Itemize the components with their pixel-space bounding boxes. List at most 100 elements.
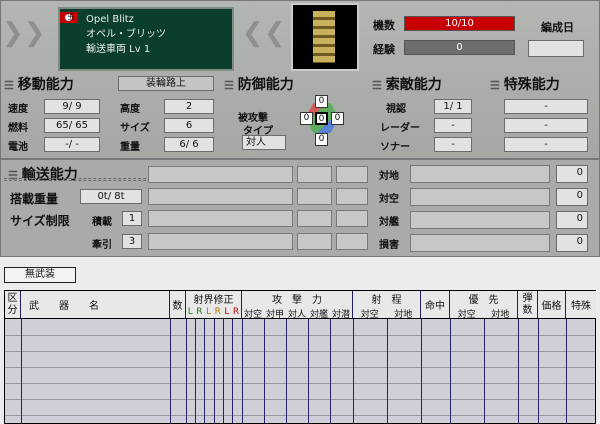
loaded-value: 1 — [122, 211, 142, 226]
exp-label: 経験 — [373, 43, 395, 56]
col-special: 特殊 — [566, 291, 596, 319]
armor-hex-diagram: 0 0 0 0 0 — [295, 95, 349, 147]
tab-unarmed[interactable]: 無武装 — [4, 267, 76, 283]
armor-right: 0 — [331, 112, 344, 125]
range-sub: 対空 対地 — [353, 307, 420, 319]
unit-name-panel: Opel Blitz オペル・ブリッツ 輸送車両 Lv 1 — [58, 7, 234, 71]
ship-label: 対艦 — [379, 217, 399, 228]
attack-sub-cell: 対空 — [243, 310, 262, 319]
formation-value — [528, 40, 584, 57]
unit-class: 輸送車両 Lv 1 — [86, 44, 151, 55]
range-mod-lr: L R L R L R — [186, 307, 241, 317]
ground-slot — [410, 165, 550, 183]
load-label: 搭載重量 — [10, 192, 59, 206]
target-type-value: 対人 — [242, 135, 286, 150]
battery-value: -/ - — [44, 137, 100, 152]
cargo-slot — [297, 233, 332, 250]
cargo-slot — [336, 188, 368, 205]
col-divider — [450, 319, 451, 423]
altitude-label: 高度 — [120, 104, 140, 115]
row-divider — [5, 383, 595, 384]
battery-label: 電池 — [8, 142, 28, 153]
wings-left-icon: ❯❯ — [2, 18, 46, 48]
row-divider — [5, 367, 595, 368]
col-divider — [242, 319, 243, 423]
priority-sub-cell: 対地 — [491, 310, 510, 319]
priority-sub-cell: 対空 — [457, 310, 476, 319]
col-divider — [21, 319, 22, 423]
cargo-slot — [336, 210, 368, 227]
armor-left: 0 — [300, 112, 313, 125]
radar-label: レーダー — [380, 123, 420, 134]
priority-label: 優 先 — [468, 295, 499, 306]
col-divider — [186, 319, 187, 423]
lr-cell: R — [196, 307, 203, 317]
swastika-icon: 卐 — [67, 13, 74, 21]
special-row: - — [504, 137, 588, 152]
fuel-label: 燃料 — [8, 123, 28, 134]
cargo-slot — [148, 166, 293, 183]
air-slot — [410, 188, 550, 206]
col-weapon: 武 器 名 — [21, 291, 170, 319]
col-divider — [387, 319, 388, 423]
attack-sub-cell: 対人 — [287, 310, 306, 319]
range-sub-cell: 対地 — [394, 310, 413, 319]
col-ammo: 弾数 — [518, 291, 538, 319]
weapon-table: 区分 武 器 名 数 射界修正 L R L R L R 攻 撃 力 対空 対甲 … — [4, 290, 596, 424]
armor-bottom: 0 — [315, 133, 328, 146]
attack-sub-cell: 対艦 — [309, 310, 328, 319]
col-divider — [421, 319, 422, 423]
ship-slot — [410, 211, 550, 229]
cargo-slot — [148, 233, 293, 250]
col-divider — [204, 319, 205, 423]
cargo-slot — [297, 166, 332, 183]
col-range-mod: 射界修正 L R L R L R — [186, 291, 242, 319]
unit-detail-window: ❯❯ ❯❯ Opel Blitz オペル・ブリッツ 輸送車両 Lv 1 卐 機数… — [0, 0, 600, 424]
speed-value: 9/ 9 — [44, 99, 100, 114]
search-header: 索敵能力 — [372, 74, 442, 94]
transport-header: 輸送能力 — [8, 164, 78, 184]
col-divider — [518, 319, 519, 423]
defense-header: 防御能力 — [224, 74, 294, 94]
weight-label: 重量 — [120, 142, 140, 153]
count-bar: 10/10 — [404, 16, 515, 31]
sonar-label: ソナー — [380, 142, 410, 153]
cargo-slot — [148, 210, 293, 227]
radar-value: - — [434, 118, 472, 133]
col-divider — [484, 319, 485, 423]
col-divider — [214, 319, 215, 423]
speed-label: 速度 — [8, 104, 28, 115]
col-divider — [308, 319, 309, 423]
col-price: 価格 — [538, 291, 566, 319]
lr-cell: R — [214, 307, 221, 317]
col-accuracy: 命中 — [421, 291, 450, 319]
range-label: 射 程 — [371, 295, 402, 306]
special-header: 特殊能力 — [490, 74, 560, 94]
exp-bar: 0 — [404, 40, 515, 55]
attack-sub: 対空 対甲 対人 対艦 対潜 — [242, 307, 352, 319]
col-kubun: 区分 — [5, 291, 21, 319]
move-mode-button[interactable]: 装輪路上 — [118, 76, 214, 91]
ground-value: 0 — [556, 165, 588, 183]
cargo-slot — [148, 188, 293, 205]
ship-value: 0 — [556, 211, 588, 229]
cargo-slot — [336, 233, 368, 250]
col-divider — [330, 319, 331, 423]
sight-label: 視認 — [386, 104, 406, 115]
size-limit-label: サイズ制限 — [10, 214, 70, 228]
col-divider — [170, 319, 171, 423]
col-priority: 優 先 対空 対地 — [450, 291, 518, 319]
armor-center: 0 — [315, 112, 328, 125]
sonar-value: - — [434, 137, 472, 152]
armor-top: 0 — [315, 95, 328, 108]
row-divider — [5, 415, 595, 416]
size-label: サイズ — [120, 123, 150, 134]
col-divider — [264, 319, 265, 423]
attack-sub-cell: 対潜 — [331, 310, 350, 319]
range-mod-label: 射界修正 — [193, 295, 234, 306]
priority-sub: 対空 対地 — [450, 307, 517, 319]
special-row: - — [504, 99, 588, 114]
damage-value: 0 — [556, 234, 588, 252]
damage-slot — [410, 234, 550, 252]
count-label: 機数 — [373, 19, 395, 32]
